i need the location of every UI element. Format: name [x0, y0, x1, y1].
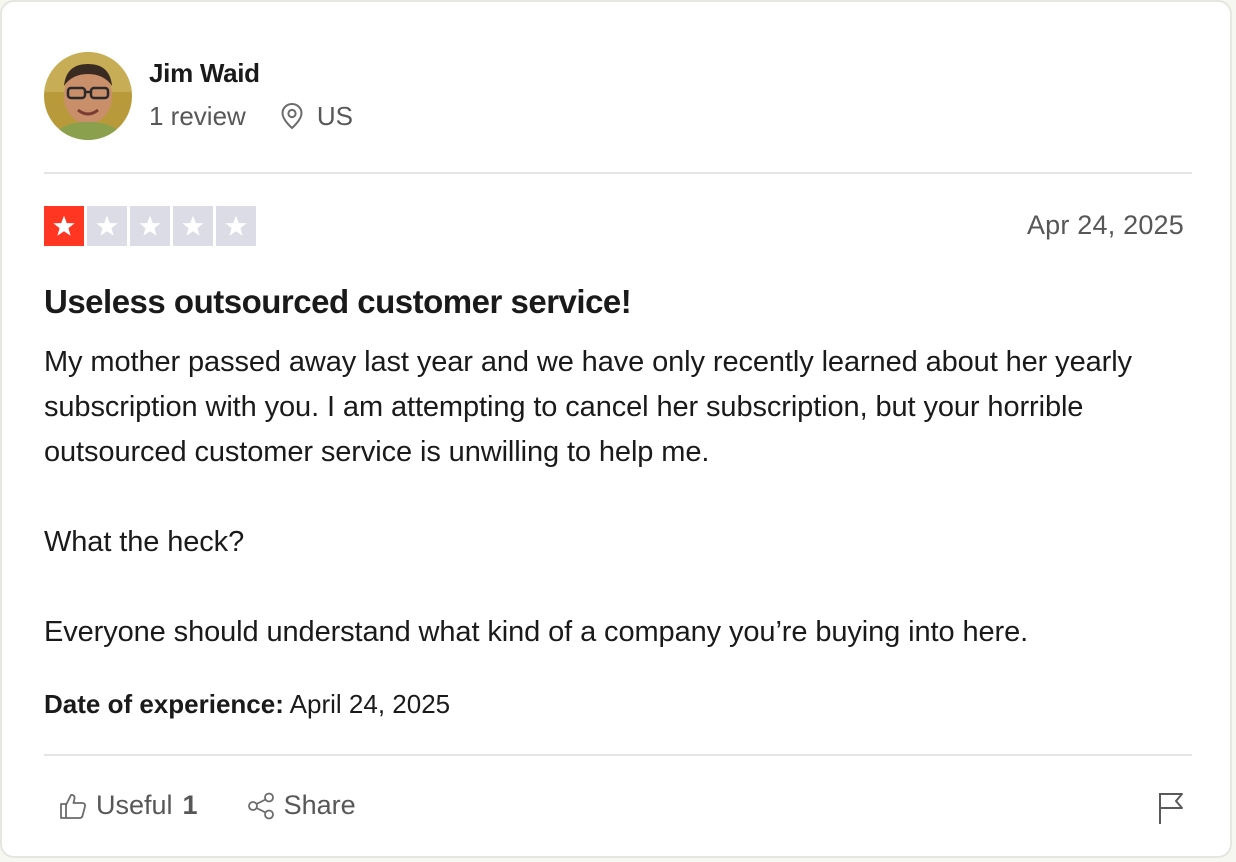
report-button[interactable]	[1156, 790, 1186, 831]
review-title[interactable]: Useless outsourced customer service!	[44, 282, 632, 322]
review-paragraph: What the heck?	[44, 526, 245, 558]
star-icon	[225, 215, 247, 236]
reviewer-info: Jim Waid 1 review US	[149, 57, 353, 131]
review-count: 1 review	[149, 101, 246, 131]
star-icon	[96, 215, 118, 236]
review-card: Jim Waid 1 review US Apr 24, 2025 Useles…	[0, 0, 1232, 858]
useful-count: 1	[182, 790, 198, 820]
star-rating	[44, 206, 259, 246]
review-paragraph: My mother passed away last year and we h…	[44, 346, 1132, 468]
reviewer-country: US	[316, 101, 353, 131]
star-empty	[130, 206, 170, 246]
share-label: Share	[283, 790, 356, 820]
star-icon	[182, 215, 204, 236]
star-filled	[44, 206, 84, 246]
reviewer-header: Jim Waid 1 review US	[44, 52, 353, 140]
experience-date: April 24, 2025	[289, 689, 451, 719]
star-icon	[139, 215, 161, 236]
divider	[44, 754, 1192, 756]
experience-label: Date of experience:	[44, 689, 284, 719]
useful-label: Useful	[96, 790, 173, 820]
map-pin-icon	[281, 102, 303, 130]
reviewer-meta: 1 review US	[149, 101, 353, 131]
thumbs-up-icon	[60, 793, 87, 819]
divider	[44, 172, 1192, 174]
review-date: Apr 24, 2025	[1026, 210, 1184, 240]
date-of-experience: Date of experience: April 24, 2025	[44, 687, 450, 721]
avatar[interactable]	[44, 52, 132, 140]
star-empty	[87, 206, 127, 246]
share-button[interactable]: Share	[246, 790, 356, 821]
review-body: My mother passed away last year and we h…	[44, 340, 1204, 655]
review-paragraph: Everyone should understand what kind of …	[44, 616, 1029, 648]
reviewer-name[interactable]: Jim Waid	[149, 57, 353, 89]
star-empty	[173, 206, 213, 246]
star-icon	[53, 215, 75, 236]
share-icon	[247, 792, 274, 819]
review-actions: Useful 1 Share	[58, 790, 356, 821]
flag-icon	[1159, 793, 1183, 824]
useful-button[interactable]: Useful 1	[58, 790, 198, 821]
star-empty	[216, 206, 256, 246]
